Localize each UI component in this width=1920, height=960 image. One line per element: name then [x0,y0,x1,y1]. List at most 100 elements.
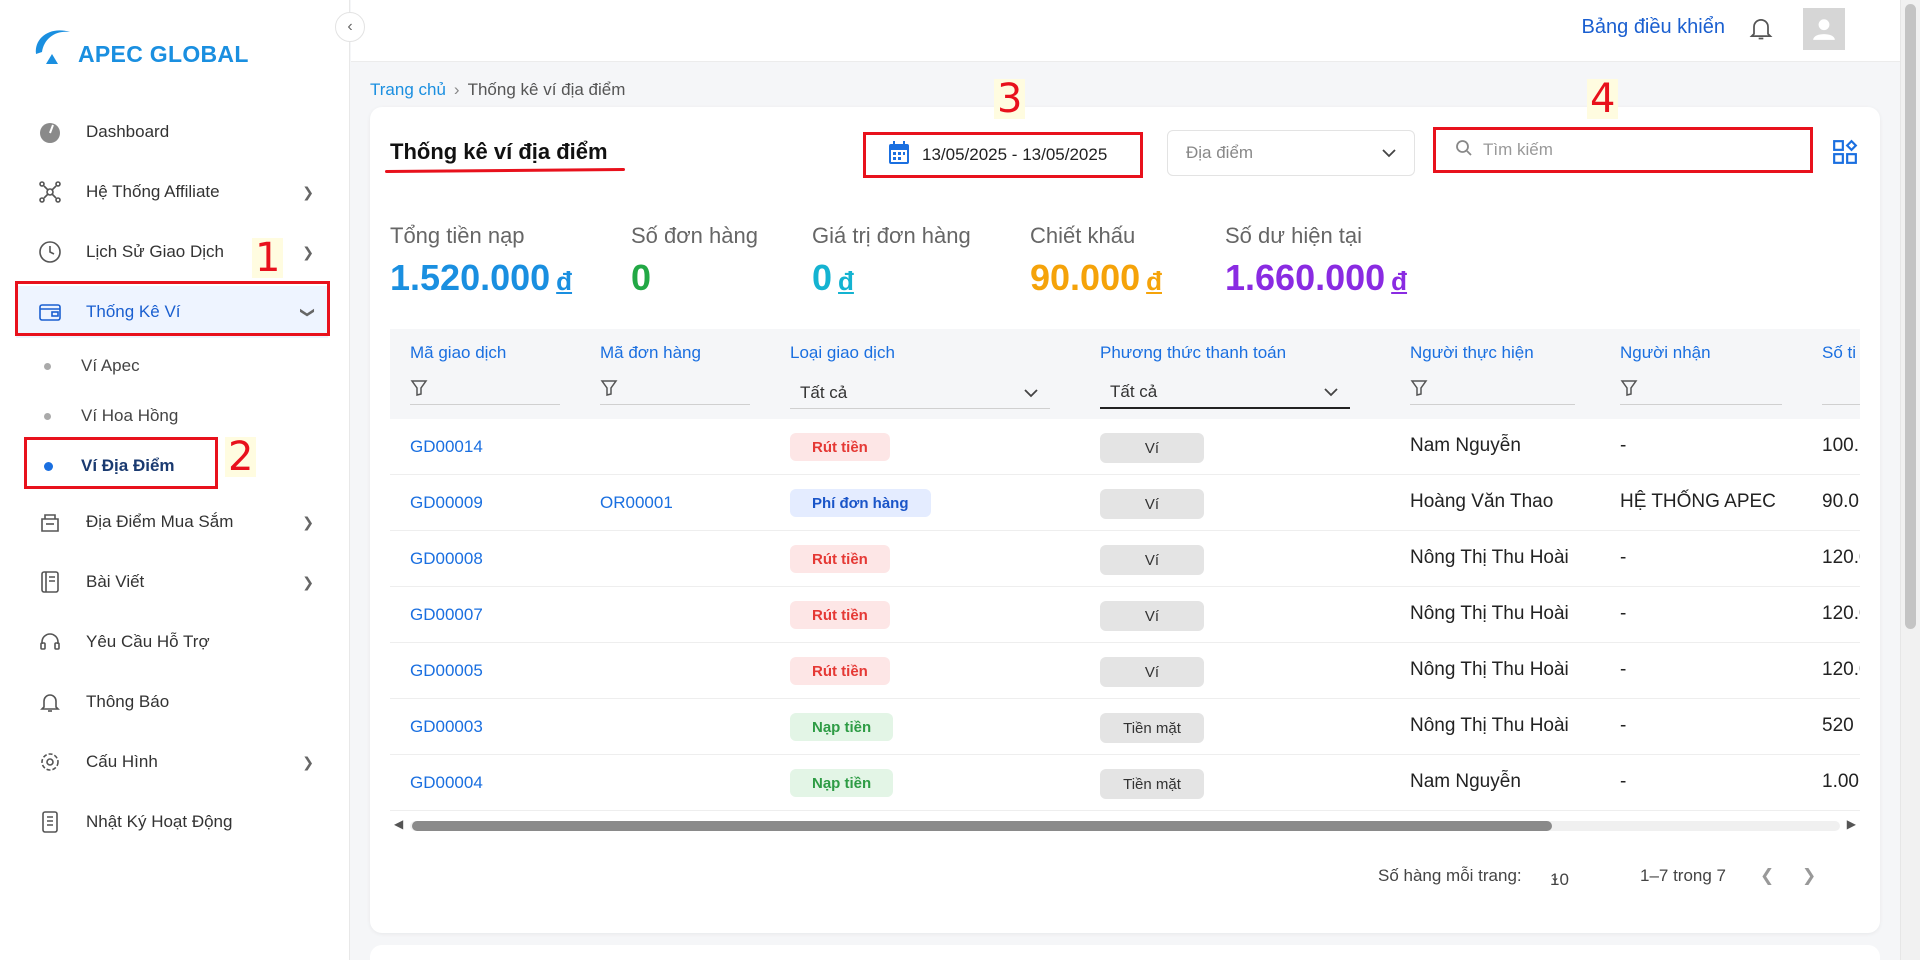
transaction-id-link[interactable]: GD00005 [410,661,483,681]
column-header-transaction-id[interactable]: Mã giao dịch [410,343,506,363]
sidebar-item-dashboard[interactable]: Dashboard [16,106,328,158]
sidebar-subitem-apec-wallet[interactable]: Ví Apec [16,344,316,388]
payment-method-pill: Ví [1100,433,1204,463]
sidebar-item-articles[interactable]: Bài Viết ❯ [16,556,328,608]
table-row[interactable]: GD00007 Rút tiền Ví Nông Thị Thu Hoài - 120.0 [390,587,1860,643]
sidebar: APEC GLOBAL Dashboard Hệ Thống Affiliate… [0,0,350,960]
filter-select-value: Tất cả [800,382,848,402]
table-row[interactable]: GD00005 Rút tiền Ví Nông Thị Thu Hoài - 120.0 [390,643,1860,699]
breadcrumb-home[interactable]: Trang chủ [370,80,446,99]
next-page-icon[interactable]: ❯ [1802,866,1816,886]
column-header-payment-method[interactable]: Phương thức thanh toán [1100,343,1286,363]
sidebar-item-support[interactable]: Yêu Cầu Hỗ Trợ [16,616,328,668]
stat-number: 1.660.000 [1225,257,1386,298]
payment-method-pill: Ví [1100,601,1204,631]
performer-name: Nông Thị Thu Hoài [1410,715,1569,736]
sidebar-item-label: Nhật Ký Hoạt Động [86,812,233,831]
stat-currency: đ [556,266,573,296]
column-header-recipient[interactable]: Người nhận [1620,343,1711,363]
clock-icon [36,238,64,266]
filter-recipient[interactable] [1620,377,1782,405]
collapse-sidebar-button[interactable]: ‹ [335,12,365,42]
recipient-name: - [1620,715,1627,736]
sidebar-item-label: Địa Điểm Mua Sắm [86,512,234,531]
stat-number: 0 [812,257,833,298]
stat-number: 0 [631,257,652,298]
filter-icon [1620,379,1638,402]
user-avatar[interactable] [1803,8,1845,50]
sidebar-item-label: Bài Viết [86,572,145,591]
transaction-id-link[interactable]: GD00009 [410,493,483,513]
filter-order-id[interactable] [600,377,750,405]
column-header-transaction-type[interactable]: Loại giao dịch [790,343,895,363]
recipient-name: - [1620,771,1627,792]
stat-number: 1.520.000 [390,257,551,298]
column-header-performer[interactable]: Người thực hiện [1410,343,1534,363]
pagination: Số hàng mỗi trang: 10 ⌄ 1–7 trong 7 ❮ ❯ [1360,862,1880,892]
highlight-box-3 [863,132,1143,178]
performer-name: Nam Nguyễn [1410,771,1521,792]
stat-currency: đ [1146,266,1162,296]
transaction-id-link[interactable]: GD00003 [410,717,483,737]
sidebar-item-shopping-locations[interactable]: Địa Điểm Mua Sắm ❯ [16,496,328,548]
filter-payment-method-select[interactable]: Tất cả [1100,377,1350,409]
stat-current-balance: Số dư hiện tại 1.660.000 đ [1225,223,1407,299]
order-id-link[interactable]: OR00001 [600,493,673,513]
transaction-id-link[interactable]: GD00007 [410,605,483,625]
stat-label: Số dư hiện tại [1225,223,1363,248]
filter-transaction-id[interactable] [410,377,560,405]
amount-value: 1.00 [1822,771,1859,792]
table-row[interactable]: GD00009 OR00001 Phí đơn hàng Ví Hoàng Văn Th… [390,475,1860,531]
sidebar-subitem-commission-wallet[interactable]: Ví Hoa Hồng [16,394,316,438]
page-scrollbar[interactable] [1900,0,1920,960]
sidebar-item-settings[interactable]: Cấu Hình ❯ [16,736,328,788]
recipient-name: HỆ THỐNG APEC [1620,491,1776,512]
sidebar-subitem-label: Ví Hoa Hồng [81,406,179,425]
table-horizontal-scrollbar[interactable]: ◀ ▶ [390,817,1860,833]
stat-value: 1.660.000 đ [1225,257,1407,299]
transaction-id-link[interactable]: GD00004 [410,773,483,793]
prev-page-icon[interactable]: ❮ [1760,866,1774,886]
chevron-down-icon [1382,143,1396,163]
transaction-id-link[interactable]: GD00014 [410,437,483,457]
notification-bell-icon[interactable] [1747,14,1775,47]
table-row[interactable]: GD00008 Rút tiền Ví Nông Thị Thu Hoài - 120.0 [390,531,1860,587]
filter-performer[interactable] [1410,377,1575,405]
sidebar-item-activity-log[interactable]: Nhật Ký Hoạt Động [16,796,328,848]
amount-value: 120.0 [1822,547,1860,568]
payment-method-pill: Tiền mặt [1100,713,1204,743]
chevron-down-icon [1324,382,1338,402]
filter-transaction-type-select[interactable]: Tất cả [790,377,1050,409]
dashboard-link[interactable]: Bảng điều khiển [1582,16,1725,39]
table-row[interactable]: GD00014 Rút tiền Ví Nam Nguyễn - 100. [390,419,1860,475]
column-header-order-id[interactable]: Mã đơn hàng [600,343,701,363]
brand-logo[interactable]: APEC GLOBAL [32,24,249,68]
transaction-type-badge: Rút tiền [790,433,890,461]
amount-value: 90.0 [1822,491,1859,512]
sidebar-item-notifications[interactable]: Thông Báo [16,676,328,728]
page-scrollbar-thumb[interactable] [1905,4,1916,629]
performer-name: Nông Thị Thu Hoài [1410,603,1569,624]
transaction-id-link[interactable]: GD00008 [410,549,483,569]
filter-icon [410,379,428,402]
gauge-icon [36,118,64,146]
sidebar-item-affiliate[interactable]: Hệ Thống Affiliate ❯ [16,166,328,218]
grid-view-icon[interactable] [1832,139,1858,170]
brand-name: APEC GLOBAL [78,41,249,67]
recipient-name: - [1620,659,1627,680]
location-select[interactable]: Địa điểm [1167,130,1415,176]
table-row[interactable]: GD00003 Nạp tiền Tiền mặt Nông Thị Thu Hoài… [390,699,1860,755]
scroll-left-arrow-icon[interactable]: ◀ [394,817,403,831]
document-icon [36,568,64,596]
filter-amount[interactable] [1822,377,1860,405]
stat-order-count: Số đơn hàng 0 [631,223,758,299]
table-row[interactable]: GD00004 Nạp tiền Tiền mặt Nam Nguyễn - 1.00 [390,755,1860,811]
column-header-amount[interactable]: Số ti [1822,343,1856,363]
amount-value: 100. [1822,435,1859,456]
highlight-box-2 [24,437,218,489]
headset-icon [36,628,64,656]
scroll-thumb[interactable] [412,821,1552,831]
transaction-type-badge: Nạp tiền [790,713,894,741]
sidebar-item-label: Dashboard [86,122,170,141]
scroll-right-arrow-icon[interactable]: ▶ [1847,817,1856,831]
